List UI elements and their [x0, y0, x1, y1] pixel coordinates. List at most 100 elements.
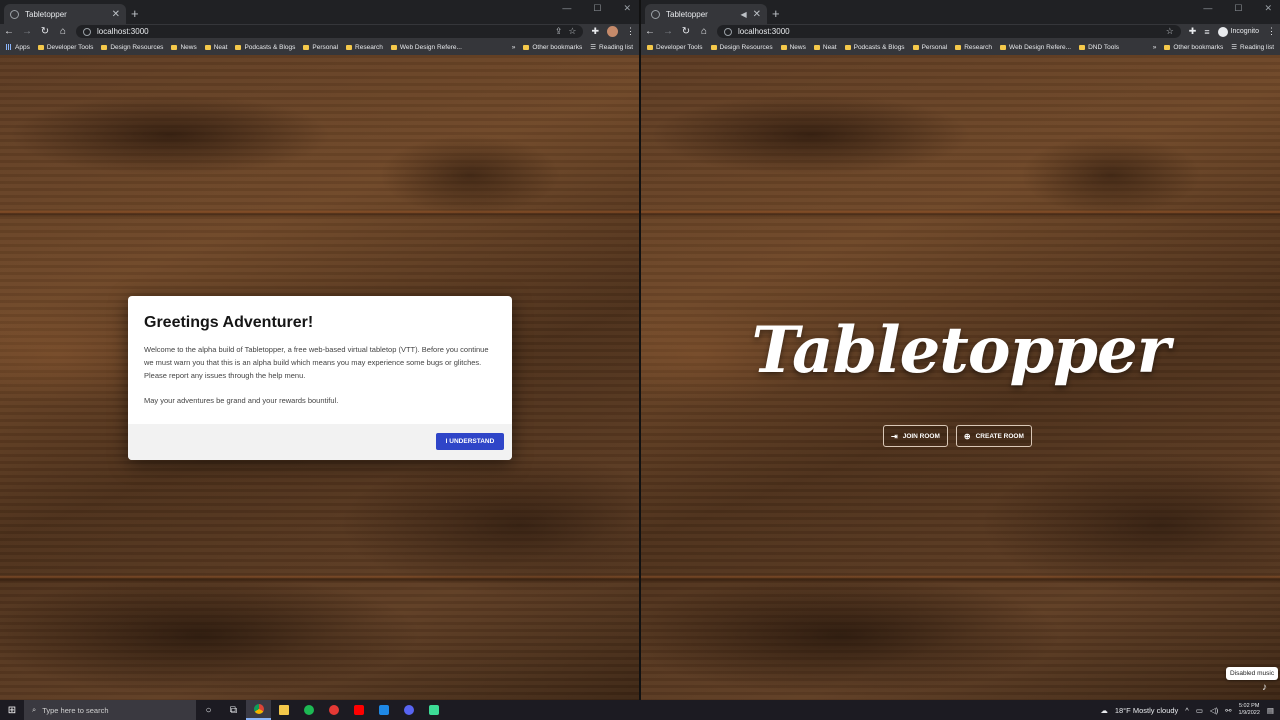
minimize-icon[interactable]: —: [1203, 3, 1212, 14]
address-bar[interactable]: localhost:3000 ☆: [717, 25, 1181, 38]
clock-time: 5:02 PM: [1238, 703, 1260, 709]
login-icon: ⇥: [891, 431, 898, 441]
browser-window-right: Tabletopper ◀ ✕ + — ☐ ✕ ← → ↻ ⌂ localhos…: [641, 0, 1280, 700]
info-icon[interactable]: [724, 27, 732, 36]
folder-icon: [710, 44, 717, 50]
extensions-icon[interactable]: ✚: [591, 26, 599, 37]
create-room-button[interactable]: ⊕ CREATE ROOM: [955, 425, 1032, 447]
bookmark-folder[interactable]: Podcasts & Blogs: [844, 44, 905, 51]
chrome-icon[interactable]: [246, 700, 271, 720]
address-bar[interactable]: localhost:3000 ⇪ ☆: [76, 25, 584, 38]
new-tab-icon[interactable]: +: [772, 6, 780, 21]
url-text: localhost:3000: [738, 27, 790, 36]
bookmark-folder[interactable]: News: [780, 44, 806, 51]
extensions-icon[interactable]: ✚: [1189, 26, 1197, 37]
forward-icon[interactable]: →: [663, 26, 673, 37]
reload-icon[interactable]: ↻: [40, 26, 50, 37]
bookmark-folder[interactable]: Neat: [813, 44, 837, 51]
window-controls: — ☐ ✕: [562, 3, 631, 14]
other-bookmarks[interactable]: Other bookmarks: [523, 44, 582, 51]
vscode-icon[interactable]: [371, 700, 396, 720]
maximize-icon[interactable]: ☐: [593, 3, 601, 14]
other-bookmarks[interactable]: Other bookmarks: [1164, 44, 1223, 51]
minimize-icon[interactable]: —: [562, 3, 571, 14]
clock-date: 1/9/2022: [1238, 710, 1260, 716]
folder-icon: [101, 44, 108, 50]
bookmark-folder[interactable]: Design Resources: [710, 44, 773, 51]
info-icon[interactable]: [83, 27, 91, 36]
volume-icon[interactable]: ◁): [1210, 706, 1218, 715]
tab-strip: Tabletopper ✕ + — ☐ ✕: [0, 0, 639, 24]
clock[interactable]: 5:02 PM 1/9/2022: [1238, 703, 1259, 717]
bookmark-folder[interactable]: DND Tools: [1079, 44, 1119, 51]
bookmark-folder[interactable]: Podcasts & Blogs: [235, 44, 295, 51]
media-control-icon[interactable]: ≡: [1204, 27, 1209, 37]
more-bookmarks-icon[interactable]: »: [1153, 44, 1157, 51]
incognito-icon: [1217, 26, 1228, 37]
task-view-icon[interactable]: ⧉: [221, 700, 246, 720]
url-text: localhost:3000: [97, 27, 149, 36]
bookmark-folder[interactable]: Personal: [303, 44, 338, 51]
incognito-indicator[interactable]: Incognito: [1217, 26, 1259, 37]
folder-icon: [204, 44, 211, 50]
close-window-icon[interactable]: ✕: [623, 3, 631, 14]
forward-icon[interactable]: →: [22, 26, 32, 37]
windows-start-icon[interactable]: ⊞: [0, 705, 24, 716]
notification-icon[interactable]: ▤: [1267, 706, 1274, 715]
taskbar-search[interactable]: ⌕ Type here to search: [24, 700, 196, 720]
bookmark-star-icon[interactable]: ☆: [568, 26, 576, 37]
understand-button[interactable]: I UNDERSTAND: [436, 433, 504, 450]
bookmark-folder[interactable]: Neat: [204, 44, 227, 51]
bookmark-folder[interactable]: Research: [955, 44, 992, 51]
reading-list-icon: ☰: [590, 44, 597, 51]
new-tab-icon[interactable]: +: [131, 6, 139, 21]
app-icon[interactable]: [421, 700, 446, 720]
more-bookmarks-icon[interactable]: »: [512, 44, 516, 51]
bookmark-folder[interactable]: Research: [346, 44, 383, 51]
discord-icon[interactable]: [396, 700, 421, 720]
link-icon[interactable]: ⚯: [1225, 706, 1231, 715]
bookmark-apps[interactable]: Apps: [6, 44, 30, 51]
maximize-icon[interactable]: ☐: [1234, 3, 1242, 14]
join-room-button[interactable]: ⇥ JOIN ROOM: [883, 425, 948, 447]
browser-tab[interactable]: Tabletopper ✕: [4, 4, 126, 24]
back-icon[interactable]: ←: [4, 26, 14, 37]
menu-icon[interactable]: ⋮: [626, 26, 635, 37]
file-explorer-icon[interactable]: [271, 700, 296, 720]
close-tab-icon[interactable]: ✕: [753, 9, 761, 20]
menu-icon[interactable]: ⋮: [1267, 26, 1276, 37]
browser-window-left: Tabletopper ✕ + — ☐ ✕ ← → ↻ ⌂ localhost:…: [0, 0, 639, 700]
bookmark-folder[interactable]: Personal: [912, 44, 947, 51]
weather-text[interactable]: 18°F Mostly cloudy: [1115, 706, 1178, 715]
close-window-icon[interactable]: ✕: [1264, 3, 1272, 14]
globe-icon: [651, 9, 660, 19]
cortana-icon[interactable]: ○: [196, 700, 221, 720]
browser-tab[interactable]: Tabletopper ◀ ✕: [645, 4, 767, 24]
browser-toolbar: ← → ↻ ⌂ localhost:3000 ☆ ✚ ≡ Incognito ⋮: [641, 24, 1280, 39]
tab-audio-icon[interactable]: ◀: [740, 10, 746, 19]
profile-avatar[interactable]: [607, 26, 618, 37]
music-toggle-icon[interactable]: ♪: [1262, 682, 1267, 693]
network-icon[interactable]: ▭: [1196, 706, 1203, 715]
chevron-up-icon[interactable]: ^: [1185, 706, 1189, 715]
youtube-icon[interactable]: [346, 700, 371, 720]
add-circle-icon: ⊕: [963, 431, 971, 441]
spotify-icon[interactable]: [296, 700, 321, 720]
reading-list[interactable]: ☰ Reading list: [1231, 43, 1274, 52]
bookmark-folder[interactable]: Developer Tools: [647, 44, 703, 51]
home-icon[interactable]: ⌂: [58, 26, 68, 37]
bookmarks-bar: Developer Tools Design Resources News Ne…: [641, 40, 1280, 54]
bookmark-folder[interactable]: Web Design Refere...: [390, 44, 462, 51]
bookmark-folder[interactable]: News: [171, 44, 197, 51]
share-icon[interactable]: ⇪: [555, 26, 563, 37]
reading-list[interactable]: ☰ Reading list: [590, 43, 633, 52]
media-player-icon[interactable]: [321, 700, 346, 720]
bookmark-star-icon[interactable]: ☆: [1166, 26, 1174, 37]
reload-icon[interactable]: ↻: [681, 26, 691, 37]
bookmark-folder[interactable]: Design Resources: [101, 44, 163, 51]
home-icon[interactable]: ⌂: [699, 26, 709, 37]
bookmark-folder[interactable]: Developer Tools: [37, 44, 93, 51]
back-icon[interactable]: ←: [645, 26, 655, 37]
bookmark-folder[interactable]: Web Design Refere...: [1000, 44, 1071, 51]
close-tab-icon[interactable]: ✕: [112, 9, 120, 20]
